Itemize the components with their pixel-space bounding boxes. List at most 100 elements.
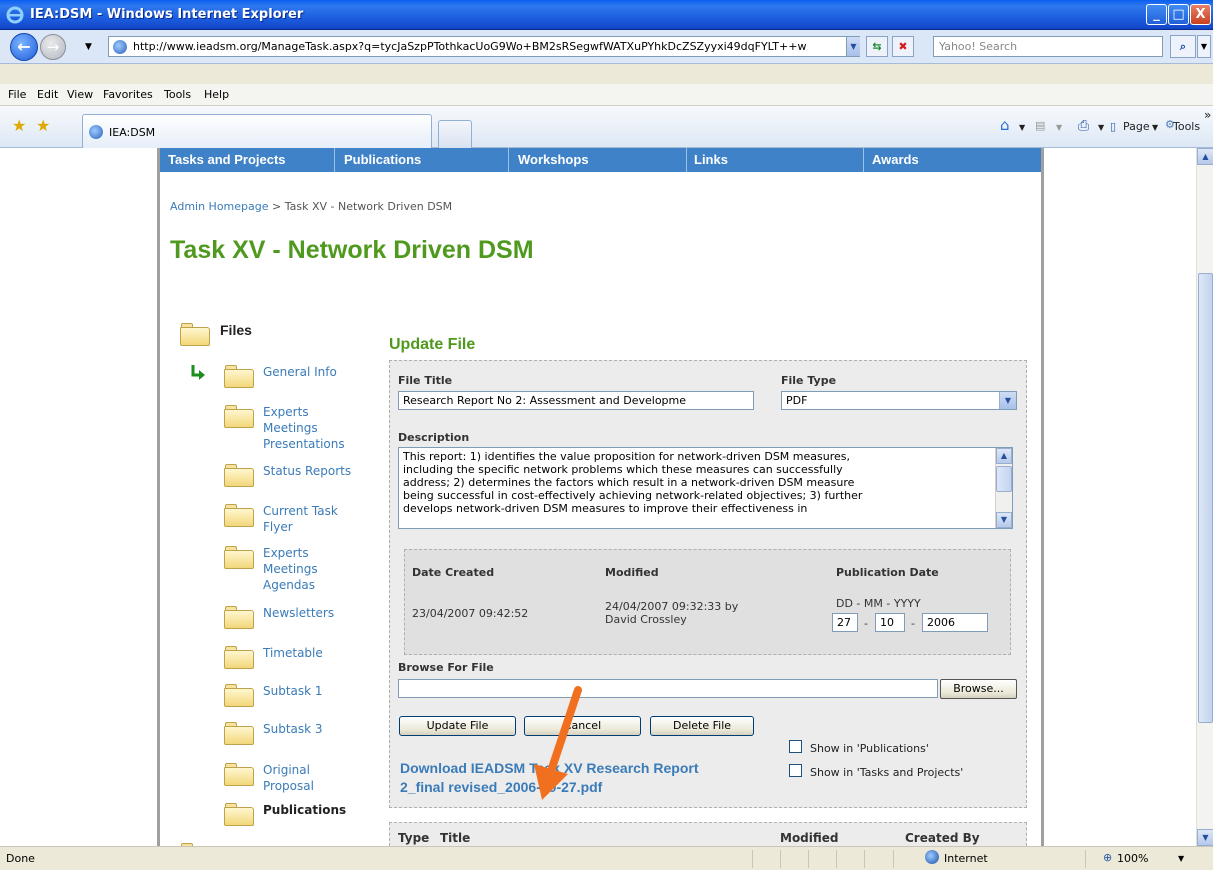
address-dropdown-icon[interactable]: ▼ (846, 37, 860, 56)
add-favorite-icon[interactable]: ★ (36, 116, 50, 135)
nav-publications[interactable]: Publications (344, 152, 421, 167)
description-scrollbar[interactable]: ▲ ▼ (995, 448, 1012, 528)
print-icon[interactable]: ⎙ (1078, 118, 1089, 134)
zoom-dropdown-icon[interactable]: ▼ (1178, 854, 1184, 863)
search-input[interactable]: Yahoo! Search (933, 36, 1163, 57)
folder-icon (224, 645, 254, 669)
page-scrollbar[interactable]: ▲ ▼ (1196, 148, 1213, 846)
refresh-button[interactable]: ⇆ (866, 36, 888, 57)
zoom-level[interactable]: 100% (1117, 852, 1148, 865)
pub-year-input[interactable]: 2006 (922, 613, 988, 632)
tree-item-label: Timetable (263, 646, 323, 660)
description-line: This report: 1) identifies the value pro… (403, 450, 850, 463)
menu-help[interactable]: Help (204, 88, 229, 101)
tree-item-subtask-3[interactable]: Subtask 3 (263, 721, 323, 737)
show-in-tasks-label: Show in 'Tasks and Projects' (810, 766, 964, 779)
history-dropdown-icon[interactable]: ▼ (85, 42, 92, 52)
favorites-star-icon[interactable]: ★ (12, 116, 26, 135)
back-arrow-icon: ← (17, 37, 31, 56)
menu-favorites[interactable]: Favorites (103, 88, 153, 101)
table-header-modified[interactable]: Modified (780, 832, 839, 845)
file-type-select[interactable]: PDF ▼ (781, 391, 1017, 410)
status-divider (780, 850, 781, 868)
status-divider (836, 850, 837, 868)
pub-day-input[interactable]: 27 (832, 613, 858, 632)
publication-date-label: Publication Date (836, 566, 939, 579)
menu-view[interactable]: View (67, 88, 93, 101)
show-in-tasks-checkbox[interactable] (789, 764, 802, 777)
tab-toolbar: ★ ★ IEA:DSM ⌂ ▼ ▤ ▼ ⎙ ▼ ▯ Page ▼ ⚙ Tools… (0, 106, 1213, 148)
page-dropdown-icon[interactable]: ▼ (1152, 123, 1158, 132)
feeds-dropdown-icon[interactable]: ▼ (1056, 123, 1062, 132)
folder-icon (224, 463, 254, 487)
description-textarea[interactable]: This report: 1) identifies the value pro… (398, 447, 1013, 529)
show-in-publications-checkbox[interactable] (789, 740, 802, 753)
nav-workshops[interactable]: Workshops (518, 152, 589, 167)
scroll-down-icon[interactable]: ▼ (996, 512, 1012, 528)
menu-file[interactable]: File (8, 88, 26, 101)
scroll-thumb[interactable] (996, 466, 1012, 492)
tree-item-label: Current Task (263, 504, 338, 518)
tree-item-timetable[interactable]: Timetable (263, 645, 323, 661)
tree-item-original-proposal[interactable]: Original Proposal (263, 762, 314, 794)
delete-file-button[interactable]: Delete File (650, 716, 754, 736)
tools-menu-button[interactable]: Tools (1173, 120, 1200, 133)
forward-button[interactable]: → (40, 34, 66, 60)
address-input[interactable]: http://www.ieadsm.org/ManageTask.aspx?q=… (108, 36, 860, 57)
print-dropdown-icon[interactable]: ▼ (1098, 123, 1104, 132)
table-header-title[interactable]: Title (440, 832, 470, 845)
status-bar: Done Internet ⊕ 100% ▼ (0, 846, 1213, 870)
nav-awards[interactable]: Awards (872, 152, 919, 167)
tree-item-experts-meetings-presentations[interactable]: Experts Meetings Presentations (263, 404, 345, 452)
zoom-icon: ⊕ (1103, 851, 1113, 864)
breadcrumb-separator: > (268, 200, 285, 213)
tree-item-newsletters[interactable]: Newsletters (263, 605, 334, 621)
tree-item-current-task-flyer[interactable]: Current Task Flyer (263, 503, 338, 535)
file-path-input[interactable] (398, 679, 938, 698)
browse-button[interactable]: Browse... (940, 679, 1017, 699)
description-line: being successful in cost-effectively ach… (403, 489, 863, 502)
scroll-up-icon[interactable]: ▲ (996, 448, 1012, 464)
menu-edit[interactable]: Edit (37, 88, 58, 101)
search-button[interactable]: ⌕ (1170, 35, 1196, 58)
stop-button[interactable]: ✖ (892, 36, 914, 57)
toolbar-overflow-icon[interactable]: » (1204, 108, 1211, 122)
tree-item-label: Publications (263, 803, 347, 817)
tree-item-publications[interactable]: Publications (263, 802, 346, 818)
tree-item-experts-meetings-agendas[interactable]: Experts Meetings Agendas (263, 545, 318, 593)
table-header-type[interactable]: Type (398, 832, 429, 845)
scroll-up-icon[interactable]: ▲ (1197, 148, 1213, 165)
nav-divider (686, 148, 687, 172)
file-title-input[interactable]: Research Report No 2: Assessment and Dev… (398, 391, 754, 410)
search-options-dropdown-icon[interactable]: ▼ (1197, 35, 1211, 58)
table-header-created-by[interactable]: Created By (905, 832, 980, 845)
internet-zone-icon (925, 850, 939, 864)
home-icon[interactable]: ⌂ (1000, 116, 1010, 134)
close-window-button[interactable]: X (1190, 4, 1211, 25)
home-dropdown-icon[interactable]: ▼ (1019, 123, 1025, 132)
breadcrumb-home-link[interactable]: Admin Homepage (170, 200, 269, 213)
maximize-button[interactable]: □ (1168, 4, 1189, 25)
tree-item-status-reports[interactable]: Status Reports (263, 463, 351, 479)
scroll-down-icon[interactable]: ▼ (1197, 829, 1213, 846)
nav-links[interactable]: Links (694, 152, 728, 167)
tree-item-subtask-1[interactable]: Subtask 1 (263, 683, 323, 699)
pub-month-input[interactable]: 10 (875, 613, 905, 632)
update-file-heading: Update File (389, 336, 476, 353)
nav-tasks-and-projects[interactable]: Tasks and Projects (168, 152, 286, 167)
new-tab-button[interactable] (438, 120, 472, 148)
back-button[interactable]: ← (10, 33, 38, 61)
minimize-button[interactable]: _ (1146, 4, 1167, 25)
site-favicon-icon (113, 40, 127, 54)
file-type-value: PDF (786, 394, 808, 407)
page-menu-button[interactable]: Page (1123, 120, 1150, 133)
ie-logo-icon (6, 6, 24, 24)
tree-item-label: Experts (263, 405, 309, 419)
feeds-icon[interactable]: ▤ (1035, 119, 1045, 132)
tab-ieadsm[interactable]: IEA:DSM (82, 114, 432, 148)
update-file-button[interactable]: Update File (399, 716, 516, 736)
tree-item-label: Newsletters (263, 606, 335, 620)
tree-item-general-info[interactable]: General Info (263, 364, 337, 380)
scroll-thumb[interactable] (1198, 273, 1213, 723)
menu-tools[interactable]: Tools (164, 88, 191, 101)
